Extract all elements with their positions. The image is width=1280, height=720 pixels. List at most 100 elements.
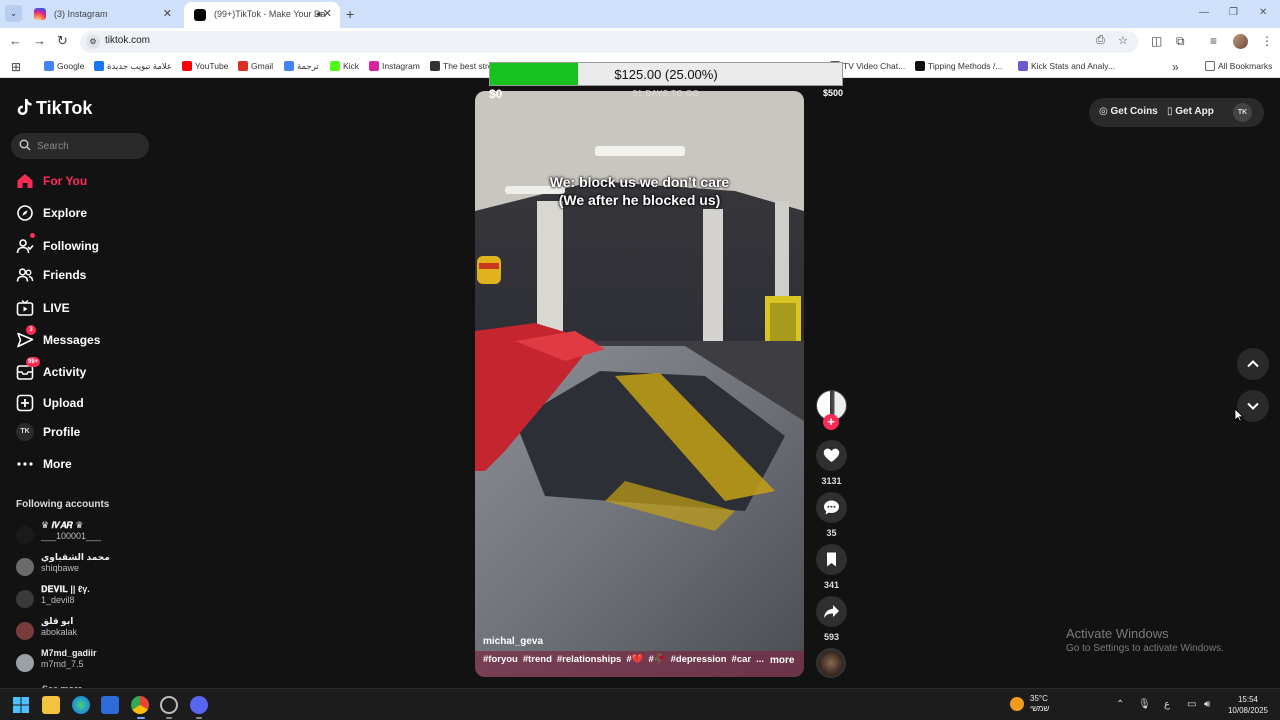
bookmark-item[interactable]: Tipping Methods /... <box>915 61 1002 71</box>
media-controls-icon[interactable]: ≡ <box>1210 34 1217 48</box>
install-app-icon[interactable]: ⎙ <box>1096 34 1105 47</box>
back-button[interactable]: ← <box>9 33 22 48</box>
address-bar[interactable]: ⚙ tiktok.com ⎙ ☆ <box>80 31 1138 53</box>
chrome-menu-icon[interactable]: ⋮ <box>1261 34 1273 48</box>
bookmark-item[interactable]: Gmail <box>238 61 273 71</box>
hashtag-link[interactable]: ... <box>756 654 764 665</box>
chrome-profile-avatar[interactable] <box>1233 34 1248 49</box>
hashtag-link[interactable]: #foryou <box>483 654 518 665</box>
nav-label: Friends <box>43 268 87 282</box>
bookmarks-overflow-icon[interactable]: » <box>1172 60 1179 74</box>
minimize-button[interactable]: — <box>1199 7 1209 18</box>
tab-tiktok[interactable]: (99+)TikTok - Make Your Da 🔊︎ ✕ <box>184 2 340 28</box>
hashtag-link[interactable]: #trend <box>523 654 552 665</box>
nav-item-friends[interactable]: Friends <box>16 266 156 288</box>
weather-widget[interactable]: 35°C שמשי <box>1030 694 1049 714</box>
system-clock[interactable]: 15:54 10/08/2025 <box>1222 694 1274 716</box>
nav-item-upload[interactable]: Upload <box>16 394 156 416</box>
bookmark-item[interactable]: The best stre <box>430 61 493 71</box>
app-icon[interactable] <box>160 696 178 714</box>
close-tab-icon[interactable]: ✕ <box>163 3 172 25</box>
site-info-icon[interactable]: ⚙ <box>86 35 100 49</box>
microphone-icon[interactable]: 🎙︎ <box>1138 699 1151 710</box>
forward-button[interactable]: → <box>33 33 46 48</box>
following-account-item[interactable]: ♛ 𝑰𝑽𝑨𝑹 ♛ ___100001___ <box>16 520 146 548</box>
account-handle: shiqbawe <box>41 563 80 573</box>
close-tab-icon[interactable]: ✕ <box>323 2 332 26</box>
music-disc-icon[interactable] <box>816 648 846 678</box>
nav-item-live[interactable]: LIVE <box>16 299 156 321</box>
following-account-item[interactable]: M7md_gadiir m7md_7.5 <box>16 648 146 676</box>
get-coins-button[interactable]: ◎ Get Coins <box>1099 106 1158 117</box>
chrome-icon[interactable] <box>131 696 149 714</box>
edge-icon[interactable] <box>72 696 90 714</box>
extension-icon[interactable]: ◫ <box>1151 34 1162 48</box>
nav-item-activity[interactable]: 99+ Activity <box>16 357 156 385</box>
file-explorer-icon[interactable] <box>42 696 60 714</box>
speaker-icon[interactable]: 🔊︎ <box>316 2 322 26</box>
follow-plus-button[interactable]: + <box>823 414 839 430</box>
account-name: 𝐃𝐄𝐕𝐈𝐋 || ℓγ. <box>41 584 90 594</box>
nav-item-profile[interactable]: TK Profile <box>16 423 156 445</box>
get-app-button[interactable]: ▯ Get App <box>1167 106 1214 117</box>
tab-search-button[interactable]: ⌄ <box>5 5 22 22</box>
search-input[interactable] <box>37 137 142 155</box>
weather-sun-icon[interactable] <box>1010 697 1024 711</box>
bookmark-item[interactable]: Kick Stats and Analy... <box>1018 61 1115 71</box>
bookmark-item[interactable]: YouTube <box>182 61 228 71</box>
bookmark-star-icon[interactable]: ☆ <box>1118 34 1128 47</box>
nav-item-following[interactable]: Following <box>16 233 156 259</box>
bookmark-item[interactable]: Instagram <box>369 61 420 71</box>
extensions-puzzle-icon[interactable]: ⧉ <box>1176 34 1185 49</box>
nav-label: LIVE <box>43 301 70 315</box>
tab-instagram[interactable]: (3) Instagram ✕ <box>24 3 180 25</box>
input-language[interactable]: ع <box>1164 699 1170 710</box>
restore-button[interactable]: ❐ <box>1229 7 1238 18</box>
bookmark-favicon-icon <box>330 61 340 71</box>
following-account-item[interactable]: محمد الشقباوي shiqbawe <box>16 552 146 580</box>
like-button[interactable] <box>816 440 847 471</box>
nav-item-explore[interactable]: Explore <box>16 204 156 226</box>
new-tab-button[interactable]: + <box>346 6 354 22</box>
store-icon[interactable] <box>101 696 119 714</box>
save-button[interactable] <box>816 544 847 575</box>
video-author[interactable]: michal_geva <box>483 636 543 647</box>
close-window-button[interactable]: ✕ <box>1259 7 1267 18</box>
volume-icon[interactable]: 🔊︎ <box>1204 699 1210 710</box>
video-caption: We: block us we don’t care (We after he … <box>475 173 804 209</box>
comment-icon <box>824 500 839 515</box>
nav-item-more[interactable]: More <box>16 455 156 477</box>
reload-button[interactable]: ↻ <box>57 33 68 49</box>
caption-line: We: block us we don’t care <box>549 174 730 190</box>
previous-video-button[interactable] <box>1237 348 1269 380</box>
nav-item-for-you[interactable]: For You <box>16 172 156 194</box>
tiktok-logo[interactable]: TikTok <box>16 98 92 119</box>
all-bookmarks-folder[interactable]: All Bookmarks <box>1205 61 1272 71</box>
nav-item-messages[interactable]: 3 Messages <box>16 325 156 353</box>
hashtag-link[interactable]: #🥀 <box>648 654 665 665</box>
more-button[interactable]: more <box>770 655 794 666</box>
hashtag-link[interactable]: #car <box>732 654 752 665</box>
discord-icon[interactable] <box>190 696 208 714</box>
app-indicator <box>166 717 172 719</box>
hashtag-link[interactable]: #relationships <box>557 654 621 665</box>
hashtag-link[interactable]: #depression <box>671 654 727 665</box>
search-box[interactable] <box>11 133 149 159</box>
weather-text: שמשי <box>1030 704 1050 713</box>
bookmark-item[interactable]: علامة تبويب جديدة <box>94 61 172 72</box>
bookmark-item[interactable]: Kick <box>330 61 359 71</box>
share-button[interactable] <box>816 596 847 627</box>
bookmark-item[interactable]: Google <box>44 61 84 71</box>
windows-start-icon[interactable] <box>12 696 30 714</box>
bookmark-item[interactable]: ترجمة <box>284 61 319 72</box>
user-avatar[interactable]: TK <box>1233 103 1252 122</box>
video-player[interactable]: We: block us we don’t care (We after he … <box>475 91 804 677</box>
tray-overflow-icon[interactable]: ⌃ <box>1116 699 1124 710</box>
hashtag-link[interactable]: #💔 <box>626 654 643 665</box>
nav-label: Profile <box>43 425 81 439</box>
following-account-item[interactable]: ابو قلق abokalak <box>16 616 146 644</box>
apps-grid-icon[interactable]: ⊞ <box>11 60 21 74</box>
network-icon[interactable]: ▭ <box>1187 699 1196 710</box>
comment-button[interactable] <box>816 492 847 523</box>
following-account-item[interactable]: 𝐃𝐄𝐕𝐈𝐋 || ℓγ. 1_devil8 <box>16 584 146 612</box>
